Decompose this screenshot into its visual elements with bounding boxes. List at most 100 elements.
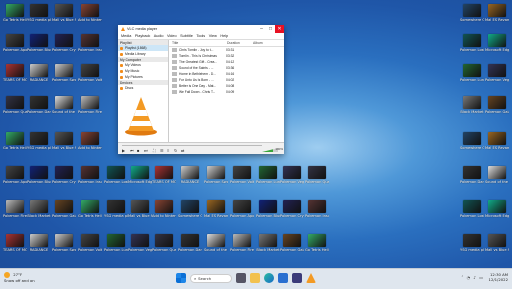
desktop-icon[interactable]: Mal ES Revamp: [485, 132, 509, 158]
desktop-icon[interactable]: Pokemon Volt: [78, 234, 102, 260]
clock[interactable]: 12:30 AM 12/1/2022: [489, 272, 508, 282]
sidebar-item-my-pictures[interactable]: My Pictures: [118, 74, 168, 80]
close-button[interactable]: ✕: [275, 25, 284, 33]
vlc-titlebar[interactable]: VLC media player – □ ✕: [118, 25, 284, 33]
desktop-icon[interactable]: Pokemon Fire Red: [230, 234, 254, 260]
desktop-icon[interactable]: Pokemon Gaia: [280, 234, 304, 260]
menu-media[interactable]: Media: [121, 33, 131, 39]
desktop-icon[interactable]: RADIANCE: [27, 234, 51, 260]
desktop-icon[interactable]: Pokemon Insurgence: [305, 200, 329, 226]
desktop-icon[interactable]: Pokemon Dark Rising: [178, 234, 202, 260]
desktop-icon[interactable]: Pokemon Gaia: [485, 96, 509, 122]
stop-button[interactable]: ■: [137, 148, 139, 153]
desktop-icon[interactable]: YSG media player: [460, 234, 484, 260]
sidebar-item-discs[interactable]: Discs: [118, 85, 168, 91]
menu-tools[interactable]: Tools: [196, 33, 205, 39]
app-icon[interactable]: [292, 273, 302, 283]
loop-button[interactable]: ↻: [174, 148, 177, 153]
menu-playback[interactable]: Playback: [135, 33, 150, 39]
menu-help[interactable]: Help: [220, 33, 228, 39]
desktop-icon[interactable]: RADIANCE: [27, 64, 51, 90]
desktop-icon[interactable]: Mal ES Revamp: [204, 200, 228, 226]
desktop-icon[interactable]: Somewhere Off...: [460, 4, 484, 30]
desktop-icon[interactable]: Pokemon Quartz: [152, 234, 176, 260]
desktop-icon[interactable]: Go Tetris Hellion: [3, 4, 27, 30]
desktop-icon[interactable]: Somewhere Off...: [178, 200, 202, 226]
column-title[interactable]: Title: [169, 40, 227, 46]
taskbar-search[interactable]: ⌕ Search: [190, 273, 232, 283]
desktop-icon[interactable]: Pokemon Sword: [52, 234, 76, 260]
desktop-icon[interactable]: Sound of the Spirits: [52, 96, 76, 122]
desktop-icon[interactable]: Pokemon Blue Alt: [256, 200, 280, 226]
menu-audio[interactable]: Audio: [154, 33, 164, 39]
desktop-icon[interactable]: Pokemon Lunar: [104, 234, 128, 260]
desktop-icon[interactable]: Pokemon Blue Alt: [27, 34, 51, 60]
desktop-icon[interactable]: Sound of the Spirits: [204, 234, 228, 260]
start-icon[interactable]: [176, 273, 186, 283]
desktop-icon[interactable]: Pokemon Lost Adv: [104, 166, 128, 192]
desktop-icon[interactable]: Pokemon Volt: [78, 64, 102, 90]
edge-icon[interactable]: [264, 273, 274, 283]
desktop-icon[interactable]: Mall vs Blue Sapphire: [128, 200, 152, 226]
desktop-icon[interactable]: Pokemon Lost Adv: [460, 200, 484, 226]
playlist-toggle-button[interactable]: ≡: [167, 148, 169, 153]
desktop-icon[interactable]: Pokemon Gaia: [52, 200, 76, 226]
desktop-icon[interactable]: RADIANCE: [178, 166, 202, 192]
system-tray-icons[interactable]: ˄ ◔ ♪ ▭: [461, 275, 484, 280]
column-duration[interactable]: Duration: [227, 40, 253, 46]
desktop-icon[interactable]: Add to Nintendo: [78, 4, 102, 30]
menu-view[interactable]: View: [209, 33, 217, 39]
task-view-icon[interactable]: [236, 273, 246, 283]
previous-button[interactable]: ⏮: [130, 148, 134, 153]
desktop-icon[interactable]: Pokemon Blue Alt: [27, 166, 51, 192]
vlc-taskbar-icon[interactable]: [306, 273, 316, 283]
desktop-icon[interactable]: Pokemon Dark Rising: [460, 166, 484, 192]
desktop-icon[interactable]: Black Market: [460, 96, 484, 122]
maximize-button[interactable]: □: [266, 25, 275, 33]
menu-subtitle[interactable]: Subtitle: [180, 33, 193, 39]
desktop-icon[interactable]: Microsoft Edge: [128, 166, 152, 192]
sidebar-item-media-library[interactable]: Media Library: [118, 51, 168, 57]
desktop-icon[interactable]: YSG media player: [104, 200, 128, 226]
fullscreen-button[interactable]: ⛶: [153, 148, 156, 153]
next-button[interactable]: ⏭: [144, 148, 148, 153]
desktop-icon[interactable]: Pokemon Volt: [230, 166, 254, 192]
desktop-icon[interactable]: Pokemon Insurgence: [78, 34, 102, 60]
desktop-icon[interactable]: Pokemon Lost Adv: [460, 34, 484, 60]
desktop-icon[interactable]: Mall vs Blue Sapphire: [52, 4, 76, 30]
desktop-icon[interactable]: Pokemon Apocalypse: [230, 200, 254, 226]
desktop-icon[interactable]: Mall vs Blue Sapphire: [52, 132, 76, 158]
desktop-icon[interactable]: YSG media player: [27, 4, 51, 30]
desktop-icon[interactable]: Black Market: [256, 234, 280, 260]
desktop-icon[interactable]: YSG media player: [27, 132, 51, 158]
desktop-icon[interactable]: Pokemon Fire Red: [78, 96, 102, 122]
desktop-icon[interactable]: Pokemon Lunar: [460, 64, 484, 90]
desktop-icon[interactable]: Add to Nintendo: [152, 200, 176, 226]
desktop-icon[interactable]: Go Tetris Hellion: [305, 234, 329, 260]
desktop-icon[interactable]: TEARS OF MORTAL: [3, 64, 27, 90]
shuffle-button[interactable]: ⇄: [181, 148, 184, 153]
desktop-icon[interactable]: Sound of the Spirits: [485, 166, 509, 192]
desktop-icon[interactable]: Mall vs Blue Sapphire: [485, 234, 509, 260]
play-button[interactable]: ▶: [122, 148, 125, 153]
desktop-icon[interactable]: Pokemon Quartz: [305, 166, 329, 192]
desktop-icon[interactable]: Go Tetris Hellion: [78, 200, 102, 226]
seek-bar[interactable]: [122, 145, 262, 146]
desktop-icon[interactable]: Pokemon Crystal: [280, 200, 304, 226]
desktop-icon[interactable]: Pokemon Apocalypse: [3, 166, 27, 192]
desktop-icon[interactable]: Pokemon Sword: [52, 64, 76, 90]
desktop-icon[interactable]: Microsoft Edge: [485, 200, 509, 226]
desktop-icon[interactable]: Pokemon Crystal: [52, 34, 76, 60]
desktop-icon[interactable]: Somewhere Off...: [460, 132, 484, 158]
desktop-icon[interactable]: TEARS OF MORTAL: [152, 166, 176, 192]
desktop-icon[interactable]: Pokemon Fire Red: [3, 200, 27, 226]
playlist-row[interactable]: We Fall Down - Chris T... 04:09: [169, 89, 284, 95]
desktop-icon[interactable]: Pokemon Vega: [280, 166, 304, 192]
desktop-icon[interactable]: Add to Nintendo: [78, 132, 102, 158]
desktop-icon[interactable]: Microsoft Edge: [485, 34, 509, 60]
desktop-icon[interactable]: TEARS OF MORTAL: [3, 234, 27, 260]
minimize-button[interactable]: –: [257, 25, 266, 33]
vlc-window[interactable]: VLC media player – □ ✕ Media Playback Au…: [118, 25, 284, 154]
desktop-icon[interactable]: Pokemon Apocalypse: [3, 34, 27, 60]
desktop-icon[interactable]: Pokemon Crystal: [52, 166, 76, 192]
